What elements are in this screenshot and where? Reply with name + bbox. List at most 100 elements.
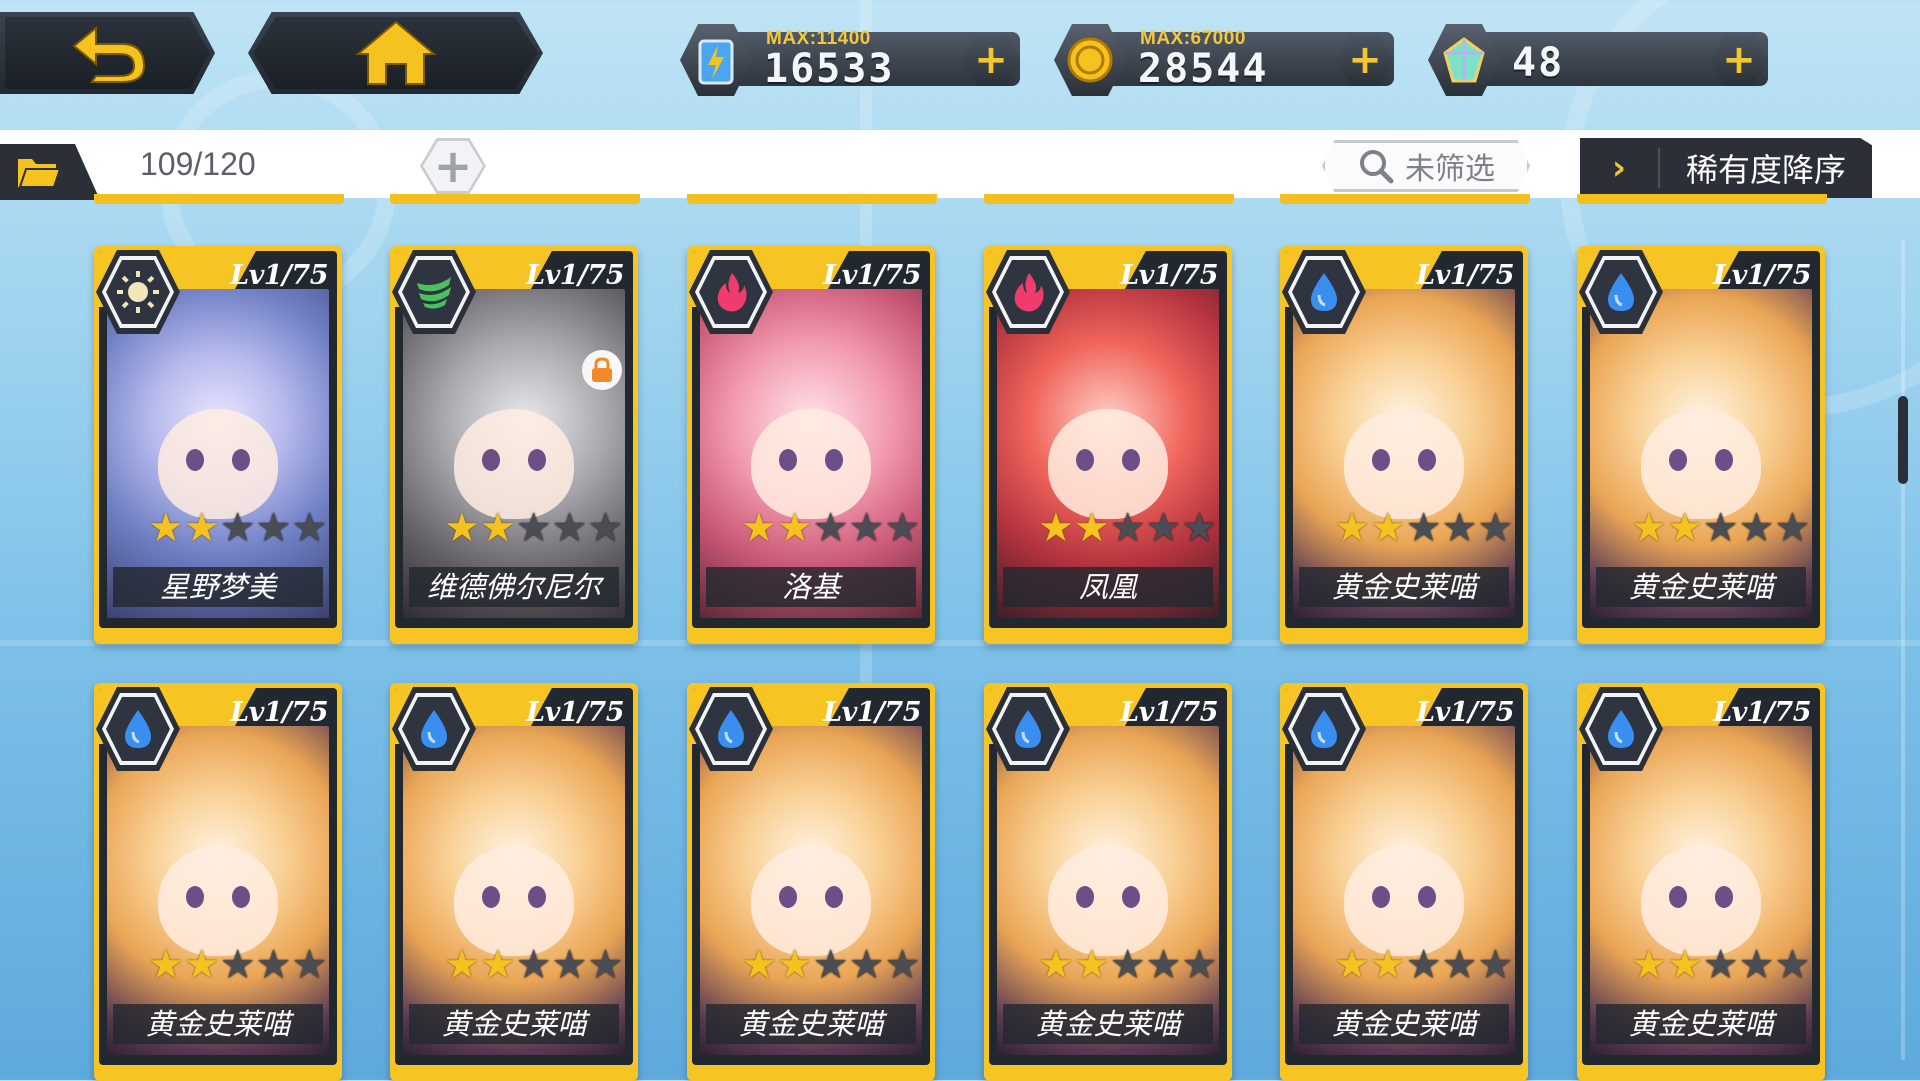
character-level: Lv1/75 — [823, 260, 921, 291]
star-filled-icon: ★ — [1666, 505, 1703, 551]
star-empty-icon: ★ — [848, 505, 885, 551]
star-filled-icon: ★ — [183, 942, 220, 988]
plus-icon: + — [433, 139, 473, 193]
star-filled-icon: ★ — [741, 505, 777, 551]
star-empty-icon: ★ — [848, 942, 885, 988]
star-empty-icon: ★ — [551, 505, 588, 551]
star-empty-icon: ★ — [1702, 505, 1739, 551]
star-empty-icon: ★ — [1109, 505, 1146, 551]
star-empty-icon: ★ — [1477, 505, 1514, 551]
star-filled-icon: ★ — [1038, 505, 1074, 551]
star-empty-icon: ★ — [1774, 505, 1811, 551]
star-filled-icon: ★ — [776, 942, 813, 988]
character-card[interactable]: 洛基 Lv1/75 ★ ★ ★ ★ ★ — [687, 246, 935, 644]
star-filled-icon: ★ — [1334, 505, 1370, 551]
character-name: 黄金史莱喵 — [1596, 567, 1806, 607]
star-empty-icon: ★ — [587, 505, 624, 551]
star-rating: ★ ★ ★ ★ ★ — [1038, 508, 1217, 548]
star-empty-icon: ★ — [1109, 942, 1146, 988]
home-button[interactable] — [248, 12, 543, 94]
character-level: Lv1/75 — [526, 697, 624, 728]
star-empty-icon: ★ — [291, 505, 328, 551]
star-empty-icon: ★ — [1145, 505, 1182, 551]
character-card[interactable]: 星野梦美 Lv1/75 ★ ★ ★ ★ ★ — [94, 246, 342, 644]
card-peek — [984, 194, 1234, 204]
character-level: Lv1/75 — [1416, 260, 1514, 291]
star-rating: ★ ★ ★ ★ ★ — [1038, 945, 1217, 985]
star-filled-icon: ★ — [1369, 942, 1406, 988]
gem-resource: 48 + — [1428, 24, 1768, 96]
character-card[interactable]: 黄金史莱喵 Lv1/75 ★ ★ ★ ★ ★ — [1577, 683, 1825, 1081]
star-empty-icon: ★ — [219, 505, 256, 551]
character-level: Lv1/75 — [1120, 697, 1218, 728]
character-level: Lv1/75 — [1416, 697, 1514, 728]
card-count: 109/120 — [140, 146, 256, 182]
star-empty-icon: ★ — [1774, 942, 1811, 988]
character-name: 黄金史莱喵 — [1299, 1004, 1509, 1044]
star-empty-icon: ★ — [291, 942, 328, 988]
character-name: 黄金史莱喵 — [409, 1004, 619, 1044]
folder-icon — [18, 159, 62, 188]
star-rating: ★ ★ ★ ★ ★ — [148, 945, 327, 985]
star-rating: ★ ★ ★ ★ ★ — [1631, 945, 1810, 985]
character-card[interactable]: 凤凰 Lv1/75 ★ ★ ★ ★ ★ — [984, 246, 1232, 644]
character-card[interactable]: 黄金史莱喵 Lv1/75 ★ ★ ★ ★ ★ — [1280, 246, 1528, 644]
chevron-right-icon: › — [1580, 148, 1660, 188]
sort-button[interactable]: › 稀有度降序 — [1580, 138, 1872, 198]
scroll-track — [1901, 240, 1905, 1060]
character-level: Lv1/75 — [230, 697, 328, 728]
star-empty-icon: ★ — [1441, 942, 1478, 988]
home-icon — [354, 20, 437, 85]
star-empty-icon: ★ — [1441, 505, 1478, 551]
sort-label: 稀有度降序 — [1685, 151, 1846, 189]
character-level: Lv1/75 — [526, 260, 624, 291]
gold-value: 28544 — [1138, 46, 1269, 92]
star-rating: ★ ★ ★ ★ ★ — [1334, 945, 1513, 985]
energy-value: 16533 — [764, 46, 895, 92]
star-filled-icon: ★ — [148, 942, 184, 988]
character-card[interactable]: 黄金史莱喵 Lv1/75 ★ ★ ★ ★ ★ — [94, 683, 342, 1081]
character-level: Lv1/75 — [1713, 260, 1811, 291]
card-peek — [687, 194, 937, 204]
search-icon — [1360, 150, 1394, 184]
star-empty-icon: ★ — [587, 942, 624, 988]
star-filled-icon: ★ — [1038, 942, 1074, 988]
gem-value: 48 — [1512, 40, 1565, 86]
character-name: 黄金史莱喵 — [1299, 567, 1509, 607]
star-empty-icon: ★ — [1738, 942, 1775, 988]
character-card[interactable]: 黄金史莱喵 Lv1/75 ★ ★ ★ ★ ★ — [984, 683, 1232, 1081]
character-name: 黄金史莱喵 — [113, 1004, 323, 1044]
character-name: 黄金史莱喵 — [706, 1004, 916, 1044]
character-name: 黄金史莱喵 — [1003, 1004, 1213, 1044]
character-level: Lv1/75 — [823, 697, 921, 728]
character-name: 维德佛尔尼尔 — [409, 567, 619, 607]
star-filled-icon: ★ — [479, 942, 516, 988]
star-filled-icon: ★ — [479, 505, 516, 551]
star-empty-icon: ★ — [219, 942, 256, 988]
star-filled-icon: ★ — [1334, 942, 1370, 988]
star-rating: ★ ★ ★ ★ ★ — [444, 508, 623, 548]
star-rating: ★ ★ ★ ★ ★ — [741, 508, 920, 548]
filter-button[interactable]: 未筛选 — [1322, 140, 1530, 192]
star-empty-icon: ★ — [1145, 942, 1182, 988]
star-empty-icon: ★ — [551, 942, 588, 988]
filter-label: 未筛选 — [1405, 152, 1495, 187]
character-card[interactable]: 维德佛尔尼尔 Lv1/75 ★ ★ ★ ★ ★ — [390, 246, 638, 644]
star-empty-icon: ★ — [515, 942, 552, 988]
scrollbar-thumb[interactable] — [1898, 396, 1908, 484]
card-peek — [390, 194, 640, 204]
character-card[interactable]: 黄金史莱喵 Lv1/75 ★ ★ ★ ★ ★ — [1280, 683, 1528, 1081]
star-filled-icon: ★ — [1631, 505, 1667, 551]
back-button[interactable] — [0, 12, 215, 94]
star-empty-icon: ★ — [1738, 505, 1775, 551]
character-card[interactable]: 黄金史莱喵 Lv1/75 ★ ★ ★ ★ ★ — [687, 683, 935, 1081]
star-rating: ★ ★ ★ ★ ★ — [1334, 508, 1513, 548]
star-filled-icon: ★ — [1631, 942, 1667, 988]
lock-icon — [582, 350, 622, 390]
star-filled-icon: ★ — [148, 505, 184, 551]
star-rating: ★ ★ ★ ★ ★ — [741, 945, 920, 985]
star-filled-icon: ★ — [741, 942, 777, 988]
star-filled-icon: ★ — [776, 505, 813, 551]
character-card[interactable]: 黄金史莱喵 Lv1/75 ★ ★ ★ ★ ★ — [390, 683, 638, 1081]
character-card[interactable]: 黄金史莱喵 Lv1/75 ★ ★ ★ ★ ★ — [1577, 246, 1825, 644]
